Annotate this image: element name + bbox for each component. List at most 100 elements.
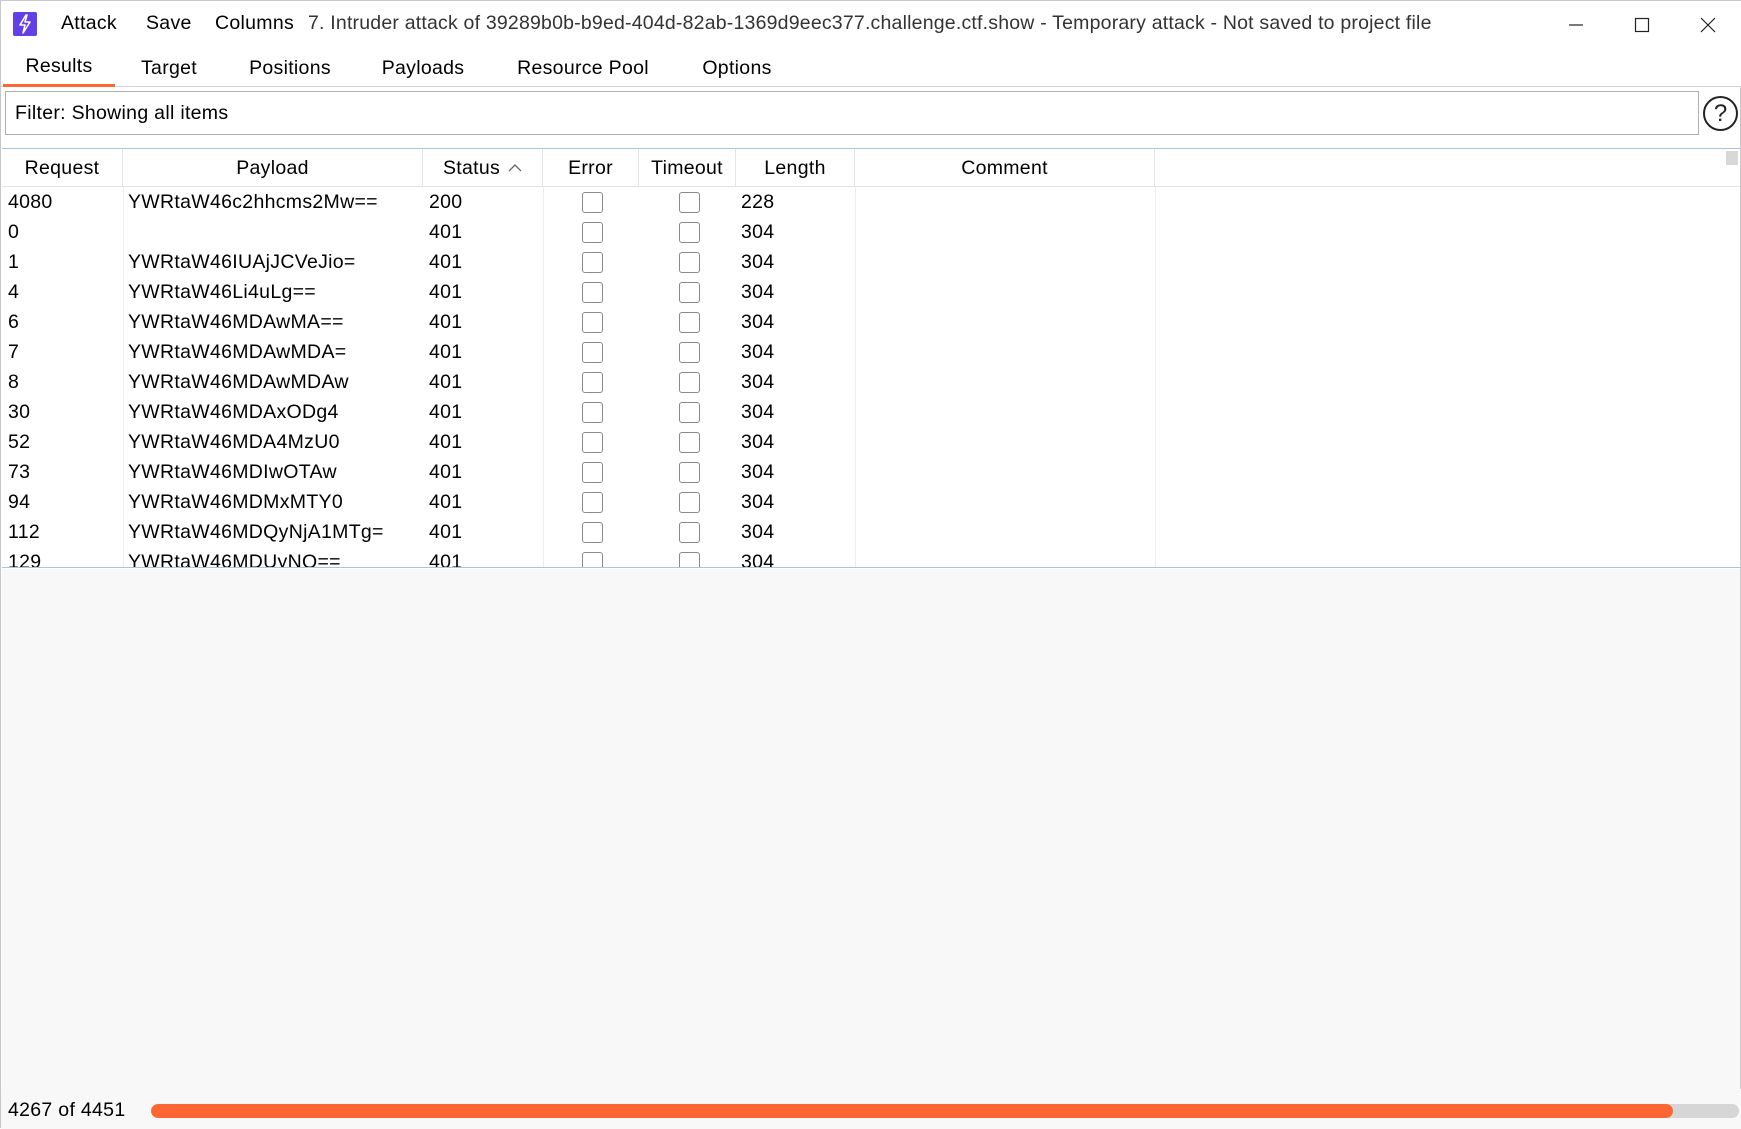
cell-status: 401 xyxy=(429,550,463,568)
checkbox-icon xyxy=(679,461,700,483)
error-checkbox xyxy=(582,217,603,247)
table-row[interactable]: 94 YWRtaW46MDMxMTY0 401 304 xyxy=(2,487,1740,517)
timeout-checkbox xyxy=(679,457,700,487)
tab-options[interactable]: Options xyxy=(691,49,783,87)
progress-bar xyxy=(151,1104,1739,1118)
table-row[interactable]: 4 YWRtaW46Li4uLg== 401 304 xyxy=(2,277,1740,307)
checkbox-icon xyxy=(679,371,700,393)
checkbox-icon xyxy=(679,401,700,423)
cell-request: 1 xyxy=(8,250,20,273)
cell-status: 401 xyxy=(429,430,463,453)
cell-length: 304 xyxy=(741,430,775,453)
table-row[interactable]: 129 YWRtaW46MDUyNQ== 401 304 xyxy=(2,547,1740,568)
checkbox-icon xyxy=(582,461,603,483)
cell-payload: YWRtaW46MDIwOTAw xyxy=(128,460,337,483)
columns-menu[interactable]: Columns xyxy=(215,12,294,35)
table-row[interactable]: 52 YWRtaW46MDA4MzU0 401 304 xyxy=(2,427,1740,457)
table-row[interactable]: 1 YWRtaW46IUAjJCVeJio= 401 304 xyxy=(2,247,1740,277)
cell-length: 304 xyxy=(741,550,775,568)
table-row[interactable]: 4080 YWRtaW46c2hhcms2Mw== 200 228 xyxy=(2,187,1740,217)
attack-menu[interactable]: Attack xyxy=(61,12,117,35)
checkbox-icon xyxy=(582,401,603,423)
checkbox-icon xyxy=(582,491,603,513)
timeout-checkbox xyxy=(679,397,700,427)
table-row[interactable]: 73 YWRtaW46MDIwOTAw 401 304 xyxy=(2,457,1740,487)
column-header-timeout[interactable]: Timeout xyxy=(639,149,736,187)
cell-status: 401 xyxy=(429,370,463,393)
checkbox-icon xyxy=(582,251,603,273)
column-header-comment[interactable]: Comment xyxy=(855,149,1155,187)
cell-payload: YWRtaW46Li4uLg== xyxy=(128,280,316,303)
column-header-payload[interactable]: Payload xyxy=(123,149,423,187)
timeout-checkbox xyxy=(679,307,700,337)
timeout-checkbox xyxy=(679,487,700,517)
error-checkbox xyxy=(582,187,603,217)
tab-resource-pool[interactable]: Resource Pool xyxy=(503,49,663,87)
cell-payload: YWRtaW46MDUyNQ== xyxy=(128,550,341,568)
cell-request: 30 xyxy=(8,400,31,423)
help-button[interactable]: ? xyxy=(1703,96,1738,131)
checkbox-icon xyxy=(679,341,700,363)
cell-length: 304 xyxy=(741,280,775,303)
help-icon: ? xyxy=(1713,99,1728,127)
table-row[interactable]: 8 YWRtaW46MDAwMDAw 401 304 xyxy=(2,367,1740,397)
timeout-checkbox xyxy=(679,547,700,567)
cell-request: 112 xyxy=(8,520,40,543)
cell-request: 7 xyxy=(8,340,20,363)
cell-length: 304 xyxy=(741,370,775,393)
minimize-icon xyxy=(1569,24,1583,26)
progress-bar-fill xyxy=(151,1104,1674,1118)
cell-status: 401 xyxy=(429,340,463,363)
tab-results[interactable]: Results xyxy=(3,49,115,87)
tab-positions[interactable]: Positions xyxy=(235,49,345,87)
cell-length: 304 xyxy=(741,520,775,543)
timeout-checkbox xyxy=(679,427,700,457)
checkbox-icon xyxy=(582,311,603,333)
table-row[interactable]: 112 YWRtaW46MDQyNjA1MTg= 401 304 xyxy=(2,517,1740,547)
table-scrollbar[interactable] xyxy=(1726,151,1738,165)
table-row[interactable]: 7 YWRtaW46MDAwMDA= 401 304 xyxy=(2,337,1740,367)
error-checkbox xyxy=(582,487,603,517)
checkbox-icon xyxy=(582,221,603,243)
cell-payload: YWRtaW46c2hhcms2Mw== xyxy=(128,190,378,213)
column-header-error[interactable]: Error xyxy=(543,149,639,187)
table-row[interactable]: 30 YWRtaW46MDAxODg4 401 304 xyxy=(2,397,1740,427)
window-title: 7. Intruder attack of 39289b0b-b9ed-404d… xyxy=(308,12,1432,34)
column-header-length[interactable]: Length xyxy=(736,149,855,187)
error-checkbox xyxy=(582,247,603,277)
error-checkbox xyxy=(582,337,603,367)
tab-payloads[interactable]: Payloads xyxy=(371,49,475,87)
request-response-pane xyxy=(2,569,1740,1089)
cell-request: 0 xyxy=(8,220,20,243)
close-button[interactable] xyxy=(1675,1,1741,49)
progress-count: 4267 of 4451 xyxy=(8,1099,126,1121)
checkbox-icon xyxy=(679,221,700,243)
cell-length: 304 xyxy=(741,490,775,513)
minimize-button[interactable] xyxy=(1543,1,1609,49)
cell-status: 401 xyxy=(429,520,463,543)
table-row[interactable]: 0 401 304 xyxy=(2,217,1740,247)
tab-target[interactable]: Target xyxy=(123,49,215,87)
maximize-button[interactable] xyxy=(1609,1,1675,49)
cell-status: 200 xyxy=(429,190,463,213)
filter-text: Filter: Showing all items xyxy=(15,101,229,124)
filter-bar[interactable]: Filter: Showing all items xyxy=(5,91,1699,135)
checkbox-icon xyxy=(582,431,603,453)
table-row[interactable]: 6 YWRtaW46MDAwMA== 401 304 xyxy=(2,307,1740,337)
timeout-checkbox xyxy=(679,217,700,247)
table-body: 4080 YWRtaW46c2hhcms2Mw== 200 228 0 401 304 1 YW… xyxy=(2,187,1740,568)
sort-ascending-icon xyxy=(508,163,522,173)
cell-payload: YWRtaW46MDA4MzU0 xyxy=(128,430,340,453)
checkbox-icon xyxy=(582,521,603,543)
cell-status: 401 xyxy=(429,490,463,513)
checkbox-icon xyxy=(679,251,700,273)
cell-payload: YWRtaW46MDAwMDA= xyxy=(128,340,347,363)
cell-payload: YWRtaW46MDAwMA== xyxy=(128,310,344,333)
checkbox-icon xyxy=(582,281,603,303)
cell-request: 6 xyxy=(8,310,20,333)
save-menu[interactable]: Save xyxy=(146,12,192,35)
column-header-status[interactable]: Status xyxy=(423,149,543,187)
column-header-request[interactable]: Request xyxy=(2,149,123,187)
timeout-checkbox xyxy=(679,367,700,397)
checkbox-icon xyxy=(582,371,603,393)
